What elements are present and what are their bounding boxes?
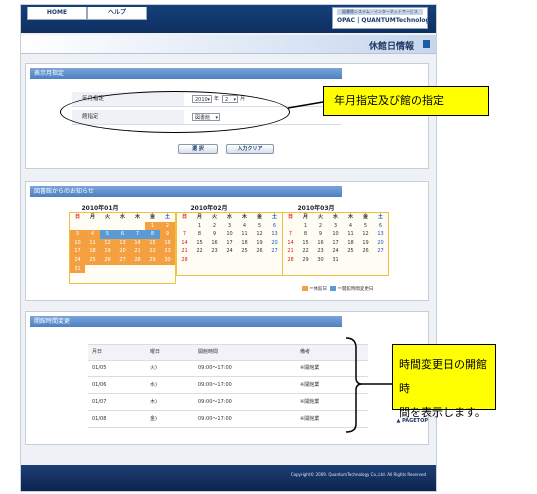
hours-callout-line: 間を表示します。 <box>399 406 486 419</box>
month-select-callout: 年月指定及び館の指定 <box>323 86 489 116</box>
hours-callout: 時間変更日の開館時 間を表示します。 <box>392 344 496 419</box>
hours-callout-line: 時間変更日の開館時 <box>399 358 487 395</box>
